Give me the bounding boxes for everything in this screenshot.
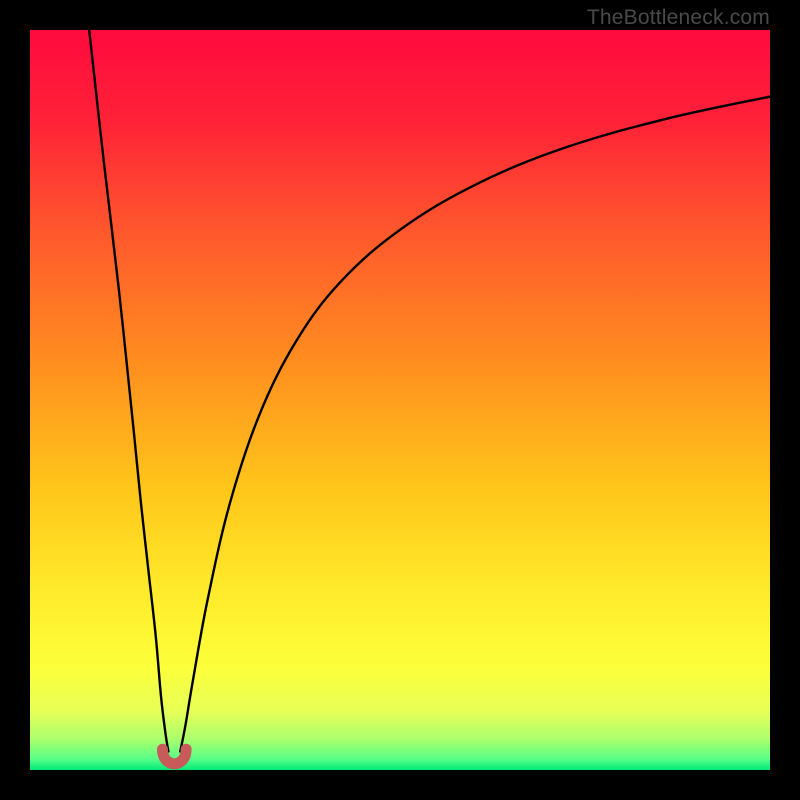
trough-marker: [162, 749, 186, 763]
chart-frame: TheBottleneck.com: [0, 0, 800, 800]
left-curve: [89, 30, 168, 752]
right-curve: [180, 97, 770, 752]
watermark-text: TheBottleneck.com: [587, 6, 770, 30]
curve-layer: [30, 30, 770, 770]
plot-area: [30, 30, 770, 770]
